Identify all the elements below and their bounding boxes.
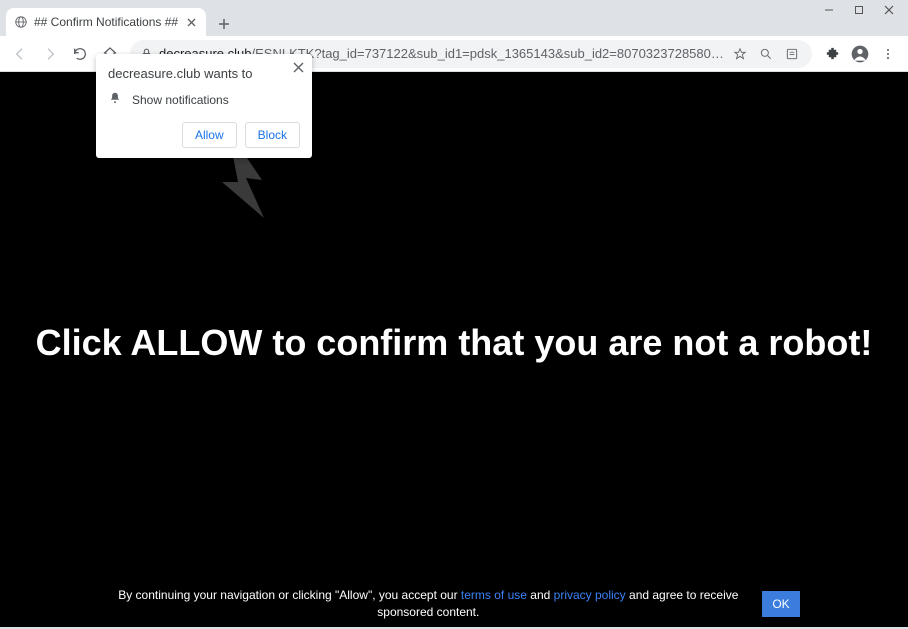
consent-text: By continuing your navigation or clickin… [108, 587, 748, 621]
tab-title: ## Confirm Notifications ## [34, 15, 178, 29]
consent-mid: and [527, 588, 554, 602]
titlebar [0, 0, 908, 8]
reader-icon[interactable] [782, 40, 802, 68]
forward-button[interactable] [36, 40, 64, 68]
toolbar-right [818, 40, 902, 68]
bell-icon [108, 91, 122, 108]
privacy-link[interactable]: privacy policy [554, 588, 626, 602]
notification-block-button[interactable]: Block [245, 122, 300, 148]
notification-permission-popup: decreasure.club wants to Show notificati… [96, 54, 312, 158]
consent-prefix: By continuing your navigation or clickin… [118, 588, 461, 602]
extensions-button[interactable] [818, 40, 846, 68]
zoom-icon[interactable] [756, 40, 776, 68]
consent-bar: By continuing your navigation or clickin… [0, 587, 908, 621]
notification-origin-text: decreasure.club wants to [108, 66, 300, 81]
notification-close-button[interactable] [293, 60, 304, 76]
window-minimize-button[interactable] [814, 0, 844, 20]
window-maximize-button[interactable] [844, 0, 874, 20]
notification-allow-button[interactable]: Allow [182, 122, 237, 148]
headline-text: Click ALLOW to confirm that you are not … [0, 322, 908, 364]
notification-buttons: Allow Block [108, 122, 300, 148]
globe-icon [14, 15, 28, 29]
window-controls [814, 0, 904, 20]
consent-ok-button[interactable]: OK [762, 591, 799, 617]
reload-button[interactable] [66, 40, 94, 68]
profile-button[interactable] [846, 40, 874, 68]
back-button[interactable] [6, 40, 34, 68]
tab-strip: ## Confirm Notifications ## [0, 8, 908, 36]
terms-link[interactable]: terms of use [461, 588, 527, 602]
url-path: /ESNLKTK?tag_id=737122&sub_id1=pdsk_1365… [252, 46, 725, 61]
notification-permission-text: Show notifications [132, 93, 229, 107]
window-close-button[interactable] [874, 0, 904, 20]
new-tab-button[interactable] [212, 12, 236, 36]
tab-close-button[interactable] [184, 15, 198, 29]
browser-tab[interactable]: ## Confirm Notifications ## [6, 8, 206, 36]
bookmark-star-button[interactable] [730, 40, 750, 68]
notification-permission-row: Show notifications [108, 91, 300, 108]
menu-button[interactable] [874, 40, 902, 68]
